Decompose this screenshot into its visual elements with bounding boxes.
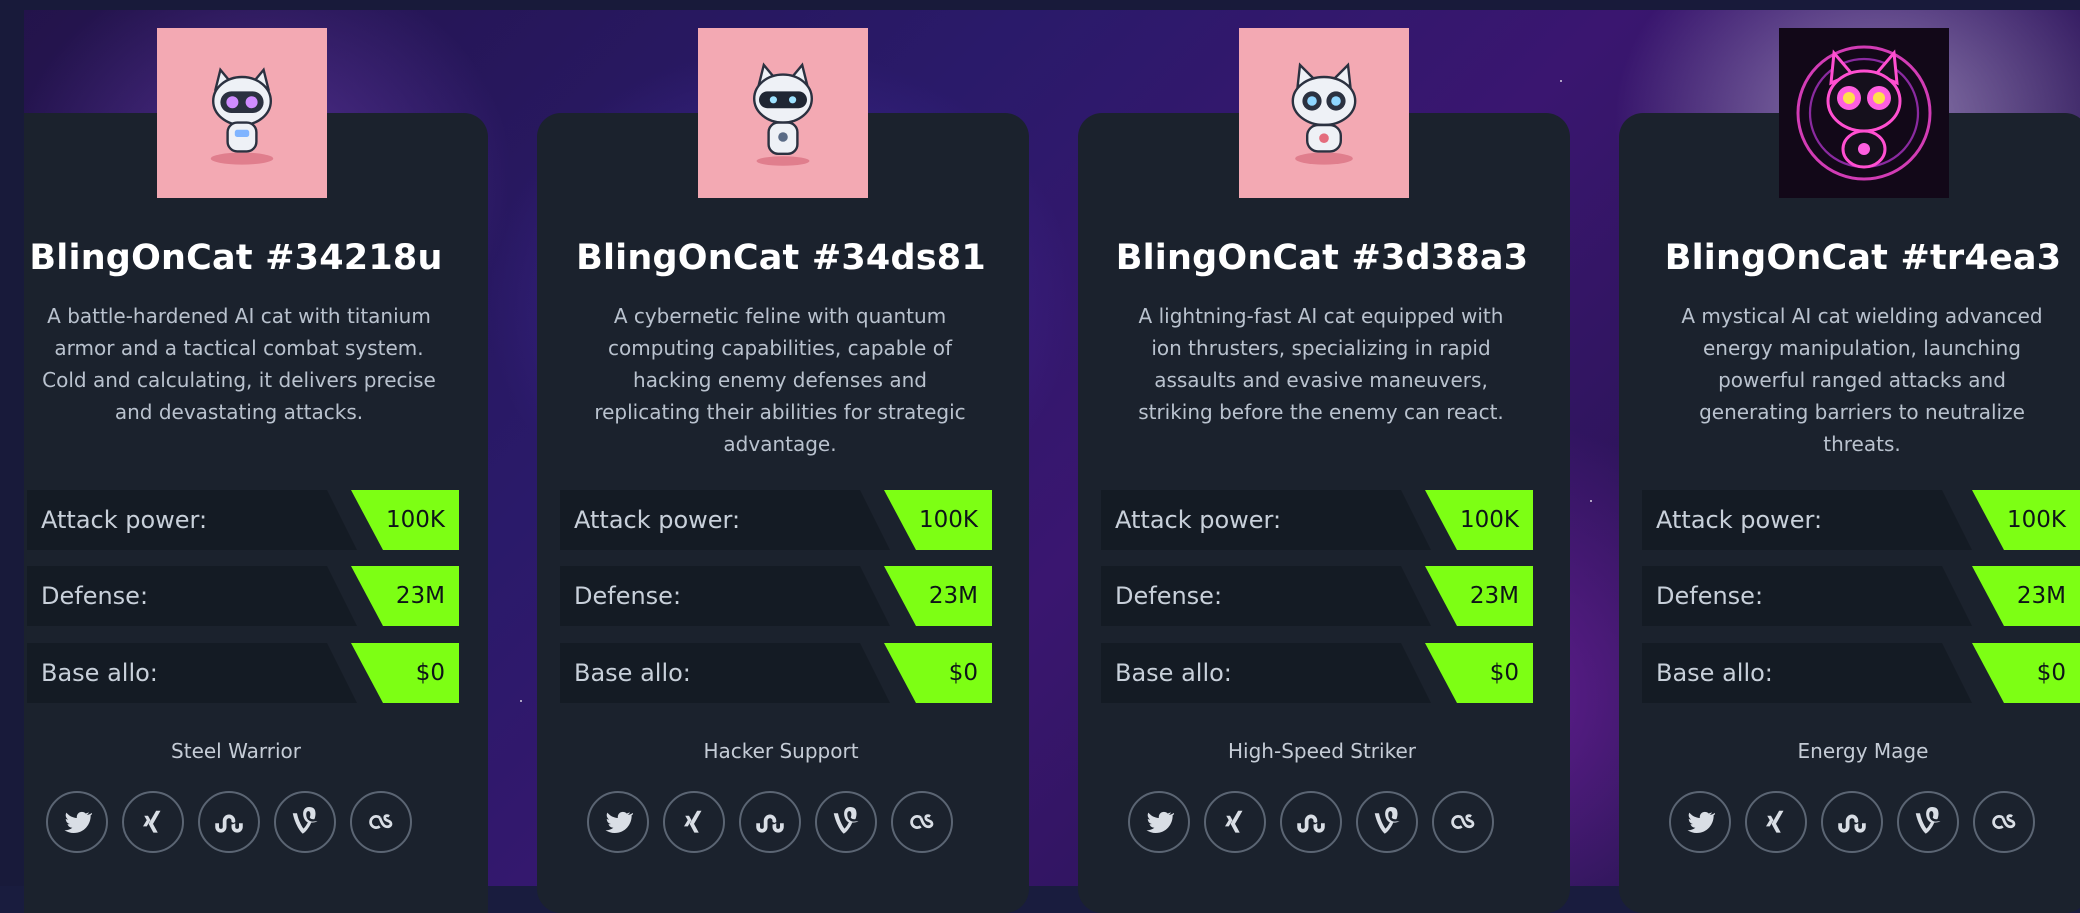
stat-value: 100K <box>884 490 992 550</box>
stat-label: Base allo: <box>27 643 357 703</box>
social-links <box>1669 791 2035 855</box>
social-links <box>46 791 412 855</box>
lastfm-icon[interactable] <box>1973 791 2035 853</box>
stat-value: 100K <box>1425 490 1533 550</box>
stat-value: $0 <box>1972 643 2080 703</box>
stat-row-base-allo: Base allo: $0 <box>1642 643 2080 703</box>
stat-row-defense: Defense: 23M <box>1101 566 1533 626</box>
social-links <box>587 791 953 855</box>
stat-label: Attack power: <box>27 490 357 550</box>
stat-value: $0 <box>351 643 459 703</box>
stat-value: 100K <box>351 490 459 550</box>
stat-label: Base allo: <box>1101 643 1431 703</box>
stat-label: Defense: <box>1642 566 1972 626</box>
lastfm-icon[interactable] <box>891 791 953 853</box>
social-links <box>1128 791 1494 855</box>
xing-icon[interactable] <box>1204 791 1266 853</box>
card-role: Steel Warrior <box>171 739 301 763</box>
top-frame <box>0 0 2080 10</box>
cat-avatar <box>698 28 868 198</box>
card-description: A cybernetic feline with quantum computi… <box>594 304 966 456</box>
stat-row-base-allo: Base allo: $0 <box>27 643 459 703</box>
twitter-icon[interactable] <box>587 791 649 853</box>
vine-icon[interactable] <box>274 791 336 853</box>
stat-label: Defense: <box>560 566 890 626</box>
card-title: BlingOnCat #tr4ea3 <box>1664 238 2062 278</box>
stat-row-attack: Attack power: 100K <box>27 490 459 550</box>
stat-label: Attack power: <box>560 490 890 550</box>
card-title: BlingOnCat #3d38a3 <box>1115 238 1529 278</box>
stat-label: Attack power: <box>1101 490 1431 550</box>
lastfm-icon[interactable] <box>350 791 412 853</box>
stat-row-attack: Attack power: 100K <box>1642 490 2080 550</box>
stat-value: $0 <box>1425 643 1533 703</box>
stat-row-defense: Defense: 23M <box>27 566 459 626</box>
card-description: A lightning-fast AI cat equipped with io… <box>1138 304 1504 424</box>
stat-row-attack: Attack power: 100K <box>1101 490 1533 550</box>
stat-row-base-allo: Base allo: $0 <box>1101 643 1533 703</box>
stumbleupon-icon[interactable] <box>198 791 260 853</box>
twitter-icon[interactable] <box>46 791 108 853</box>
stat-value: 100K <box>1972 490 2080 550</box>
stat-label: Base allo: <box>1642 643 1972 703</box>
card-role: Energy Mage <box>1797 739 1929 763</box>
stat-value: 23M <box>884 566 992 626</box>
stat-label: Base allo: <box>560 643 890 703</box>
stumbleupon-icon[interactable] <box>739 791 801 853</box>
card-description: A mystical AI cat wielding advanced ener… <box>1681 304 2043 456</box>
twitter-icon[interactable] <box>1669 791 1731 853</box>
stumbleupon-icon[interactable] <box>1280 791 1342 853</box>
stat-label: Defense: <box>27 566 357 626</box>
stat-row-defense: Defense: 23M <box>560 566 992 626</box>
stumbleupon-icon[interactable] <box>1821 791 1883 853</box>
cat-avatar <box>1779 28 1949 198</box>
cat-avatar <box>157 28 327 198</box>
xing-icon[interactable] <box>663 791 725 853</box>
card-description: A battle-hardened AI cat with titanium a… <box>42 304 436 424</box>
xing-icon[interactable] <box>1745 791 1807 853</box>
stat-value: 23M <box>1972 566 2080 626</box>
card-title: BlingOnCat #34ds81 <box>576 238 986 278</box>
stat-value: $0 <box>884 643 992 703</box>
xing-icon[interactable] <box>122 791 184 853</box>
stat-value: 23M <box>351 566 459 626</box>
stat-value: 23M <box>1425 566 1533 626</box>
card-role: Hacker Support <box>703 739 859 763</box>
card-title: BlingOnCat #34218u <box>29 238 443 278</box>
stat-label: Defense: <box>1101 566 1431 626</box>
stat-label: Attack power: <box>1642 490 1972 550</box>
vine-icon[interactable] <box>1356 791 1418 853</box>
stat-row-defense: Defense: 23M <box>1642 566 2080 626</box>
vine-icon[interactable] <box>1897 791 1959 853</box>
twitter-icon[interactable] <box>1128 791 1190 853</box>
cat-avatar <box>1239 28 1409 198</box>
vine-icon[interactable] <box>815 791 877 853</box>
card-role: High-Speed Striker <box>1228 739 1416 763</box>
stat-row-attack: Attack power: 100K <box>560 490 992 550</box>
lastfm-icon[interactable] <box>1432 791 1494 853</box>
stat-row-base-allo: Base allo: $0 <box>560 643 992 703</box>
